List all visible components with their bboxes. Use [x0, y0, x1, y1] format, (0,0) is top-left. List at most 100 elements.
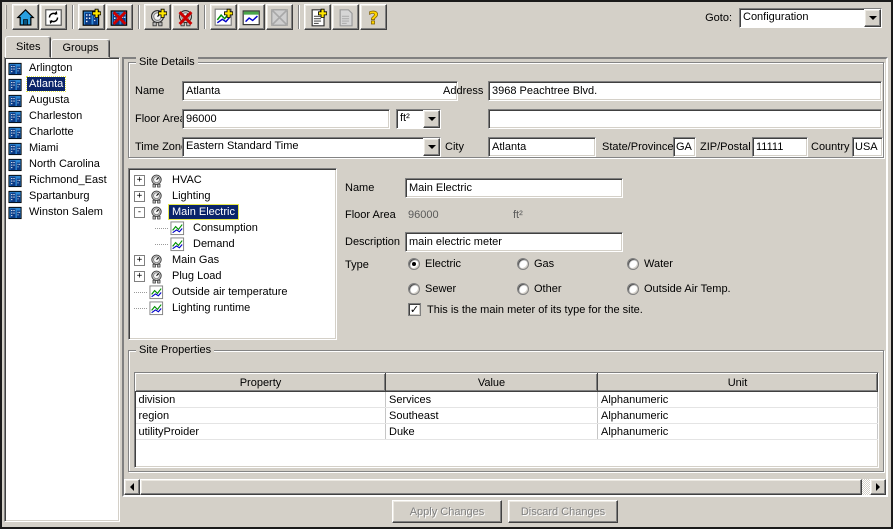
trend-icon: [170, 221, 186, 236]
building-icon: [8, 189, 23, 204]
site-item-augusta[interactable]: Augusta: [6, 92, 119, 108]
type-radio-other[interactable]: Other: [517, 276, 627, 301]
site-item-charleston[interactable]: Charleston: [6, 108, 119, 124]
building-icon: [8, 141, 23, 156]
city-input[interactable]: [488, 137, 596, 157]
apply-changes-button[interactable]: Apply Changes: [392, 500, 502, 523]
toolbar-add-site-button[interactable]: [78, 4, 105, 30]
meter-name-input[interactable]: [405, 178, 623, 198]
site-item-north-carolina[interactable]: North Carolina: [6, 156, 119, 172]
tree-item-outside-air-temperature[interactable]: Outside air temperature: [129, 284, 336, 300]
tree-item-lighting-runtime[interactable]: Lighting runtime: [129, 300, 336, 316]
collapse-icon[interactable]: -: [134, 207, 145, 218]
main-meter-checkbox-label: This is the main meter of its type for t…: [427, 304, 643, 316]
scrollbar-thumb[interactable]: [140, 479, 862, 495]
toolbar-delete-site-button[interactable]: [106, 4, 133, 30]
site-item-label: Augusta: [27, 93, 71, 107]
radio-icon: [627, 258, 639, 270]
address-input[interactable]: [488, 81, 882, 101]
site-item-winston-salem[interactable]: Winston Salem: [6, 204, 119, 220]
tree-item-label: HVAC: [169, 173, 205, 187]
time-zone-dropdown-button[interactable]: [423, 138, 440, 156]
type-radio-gas[interactable]: Gas: [517, 251, 627, 276]
app-window: ? Goto: Configuration Sites Groups Arlin…: [0, 0, 893, 529]
type-radio-sewer[interactable]: Sewer: [408, 276, 517, 301]
site-item-charlotte[interactable]: Charlotte: [6, 124, 119, 140]
floor-area-unit-select[interactable]: ft²: [396, 109, 441, 129]
table-cell[interactable]: Southeast: [386, 408, 598, 424]
discard-changes-button[interactable]: Discard Changes: [508, 500, 618, 523]
floor-area-input[interactable]: [182, 109, 390, 129]
floor-area-unit-dropdown-button[interactable]: [423, 110, 440, 128]
description-input[interactable]: [405, 232, 623, 252]
building-icon: [8, 61, 23, 76]
horizontal-scrollbar[interactable]: [124, 479, 886, 495]
delete-site-icon: [110, 8, 129, 27]
tree-item-label: Main Gas: [169, 253, 222, 267]
goto-dropdown-button[interactable]: [864, 9, 881, 27]
meter-type-radio-group: ElectricGasWater SewerOtherOutside Air Te…: [408, 251, 731, 301]
toolbar-refresh-button[interactable]: [40, 4, 67, 30]
site-item-miami[interactable]: Miami: [6, 140, 119, 156]
table-cell[interactable]: Alphanumeric: [598, 408, 878, 424]
site-name-input[interactable]: [182, 81, 458, 101]
expand-icon[interactable]: +: [134, 191, 145, 202]
scroll-left-button[interactable]: [124, 479, 140, 495]
tree-item-demand[interactable]: Demand: [129, 236, 336, 252]
tree-item-main-gas[interactable]: + Main Gas: [129, 252, 336, 268]
expand-icon[interactable]: +: [134, 255, 145, 266]
tab-sites[interactable]: Sites: [5, 36, 51, 58]
tree-item-consumption[interactable]: Consumption: [129, 220, 336, 236]
country-input[interactable]: [852, 137, 883, 157]
site-item-arlington[interactable]: Arlington: [6, 60, 119, 76]
type-radio-electric[interactable]: Electric: [408, 251, 517, 276]
tree-item-plug-load[interactable]: +Plug Load: [129, 268, 336, 284]
table-cell[interactable]: region: [136, 408, 386, 424]
zip-input[interactable]: [752, 137, 808, 157]
table-cell[interactable]: Alphanumeric: [598, 424, 878, 440]
column-header-unit[interactable]: Unit: [598, 374, 878, 392]
table-cell[interactable]: Alphanumeric: [598, 392, 878, 408]
table-cell[interactable]: division: [136, 392, 386, 408]
table-cell[interactable]: Services: [386, 392, 598, 408]
tab-bar: Sites Groups: [5, 36, 110, 58]
radio-icon: [517, 258, 529, 270]
toolbar-add-report-button[interactable]: [304, 4, 331, 30]
toolbar-grip[interactable]: [5, 5, 9, 29]
tab-groups[interactable]: Groups: [51, 39, 109, 58]
tree-item-hvac[interactable]: + HVAC: [129, 172, 336, 188]
time-zone-select[interactable]: Eastern Standard Time: [182, 137, 441, 157]
expand-icon[interactable]: +: [134, 175, 145, 186]
expand-icon[interactable]: +: [134, 271, 145, 282]
building-icon: [8, 173, 23, 188]
column-header-value[interactable]: Value: [386, 374, 598, 392]
site-properties-group: Site Properties PropertyValueUnit divisi…: [128, 350, 884, 472]
toolbar-help-button[interactable]: ?: [360, 4, 387, 30]
tree-item-lighting[interactable]: +Lighting: [129, 188, 336, 204]
type-radio-outside-air-temp[interactable]: Outside Air Temp.: [627, 276, 731, 301]
time-zone-value: Eastern Standard Time: [183, 138, 423, 156]
site-item-atlanta[interactable]: Atlanta: [6, 76, 119, 92]
toolbar-chart-view-disabled-button[interactable]: [266, 4, 293, 30]
scroll-right-button[interactable]: [870, 479, 886, 495]
table-cell[interactable]: Duke: [386, 424, 598, 440]
toolbar-delete-meter-button[interactable]: [172, 4, 199, 30]
site-item-spartanburg[interactable]: Spartanburg: [6, 188, 119, 204]
address-line2-input[interactable]: [488, 109, 882, 129]
site-item-label: Miami: [27, 141, 60, 155]
goto-select[interactable]: Configuration: [739, 8, 882, 28]
main-meter-checkbox[interactable]: ✓: [408, 303, 421, 316]
tree-item-main-electric[interactable]: -Main Electric: [129, 204, 336, 220]
toolbar-add-chart-button[interactable]: [210, 4, 237, 30]
table-cell[interactable]: utilityProider: [136, 424, 386, 440]
site-item-richmond-east[interactable]: Richmond_East: [6, 172, 119, 188]
main-meter-checkbox-row[interactable]: ✓ This is the main meter of its type for…: [408, 303, 643, 316]
type-radio-water[interactable]: Water: [627, 251, 731, 276]
toolbar-report-disabled-button[interactable]: [332, 4, 359, 30]
toolbar-chart-view-button[interactable]: [238, 4, 265, 30]
toolbar-home-button[interactable]: [12, 4, 39, 30]
column-header-property[interactable]: Property: [136, 374, 386, 392]
state-input[interactable]: [673, 137, 696, 157]
chart-view-disabled-icon: [270, 8, 289, 27]
toolbar-add-meter-button[interactable]: [144, 4, 171, 30]
